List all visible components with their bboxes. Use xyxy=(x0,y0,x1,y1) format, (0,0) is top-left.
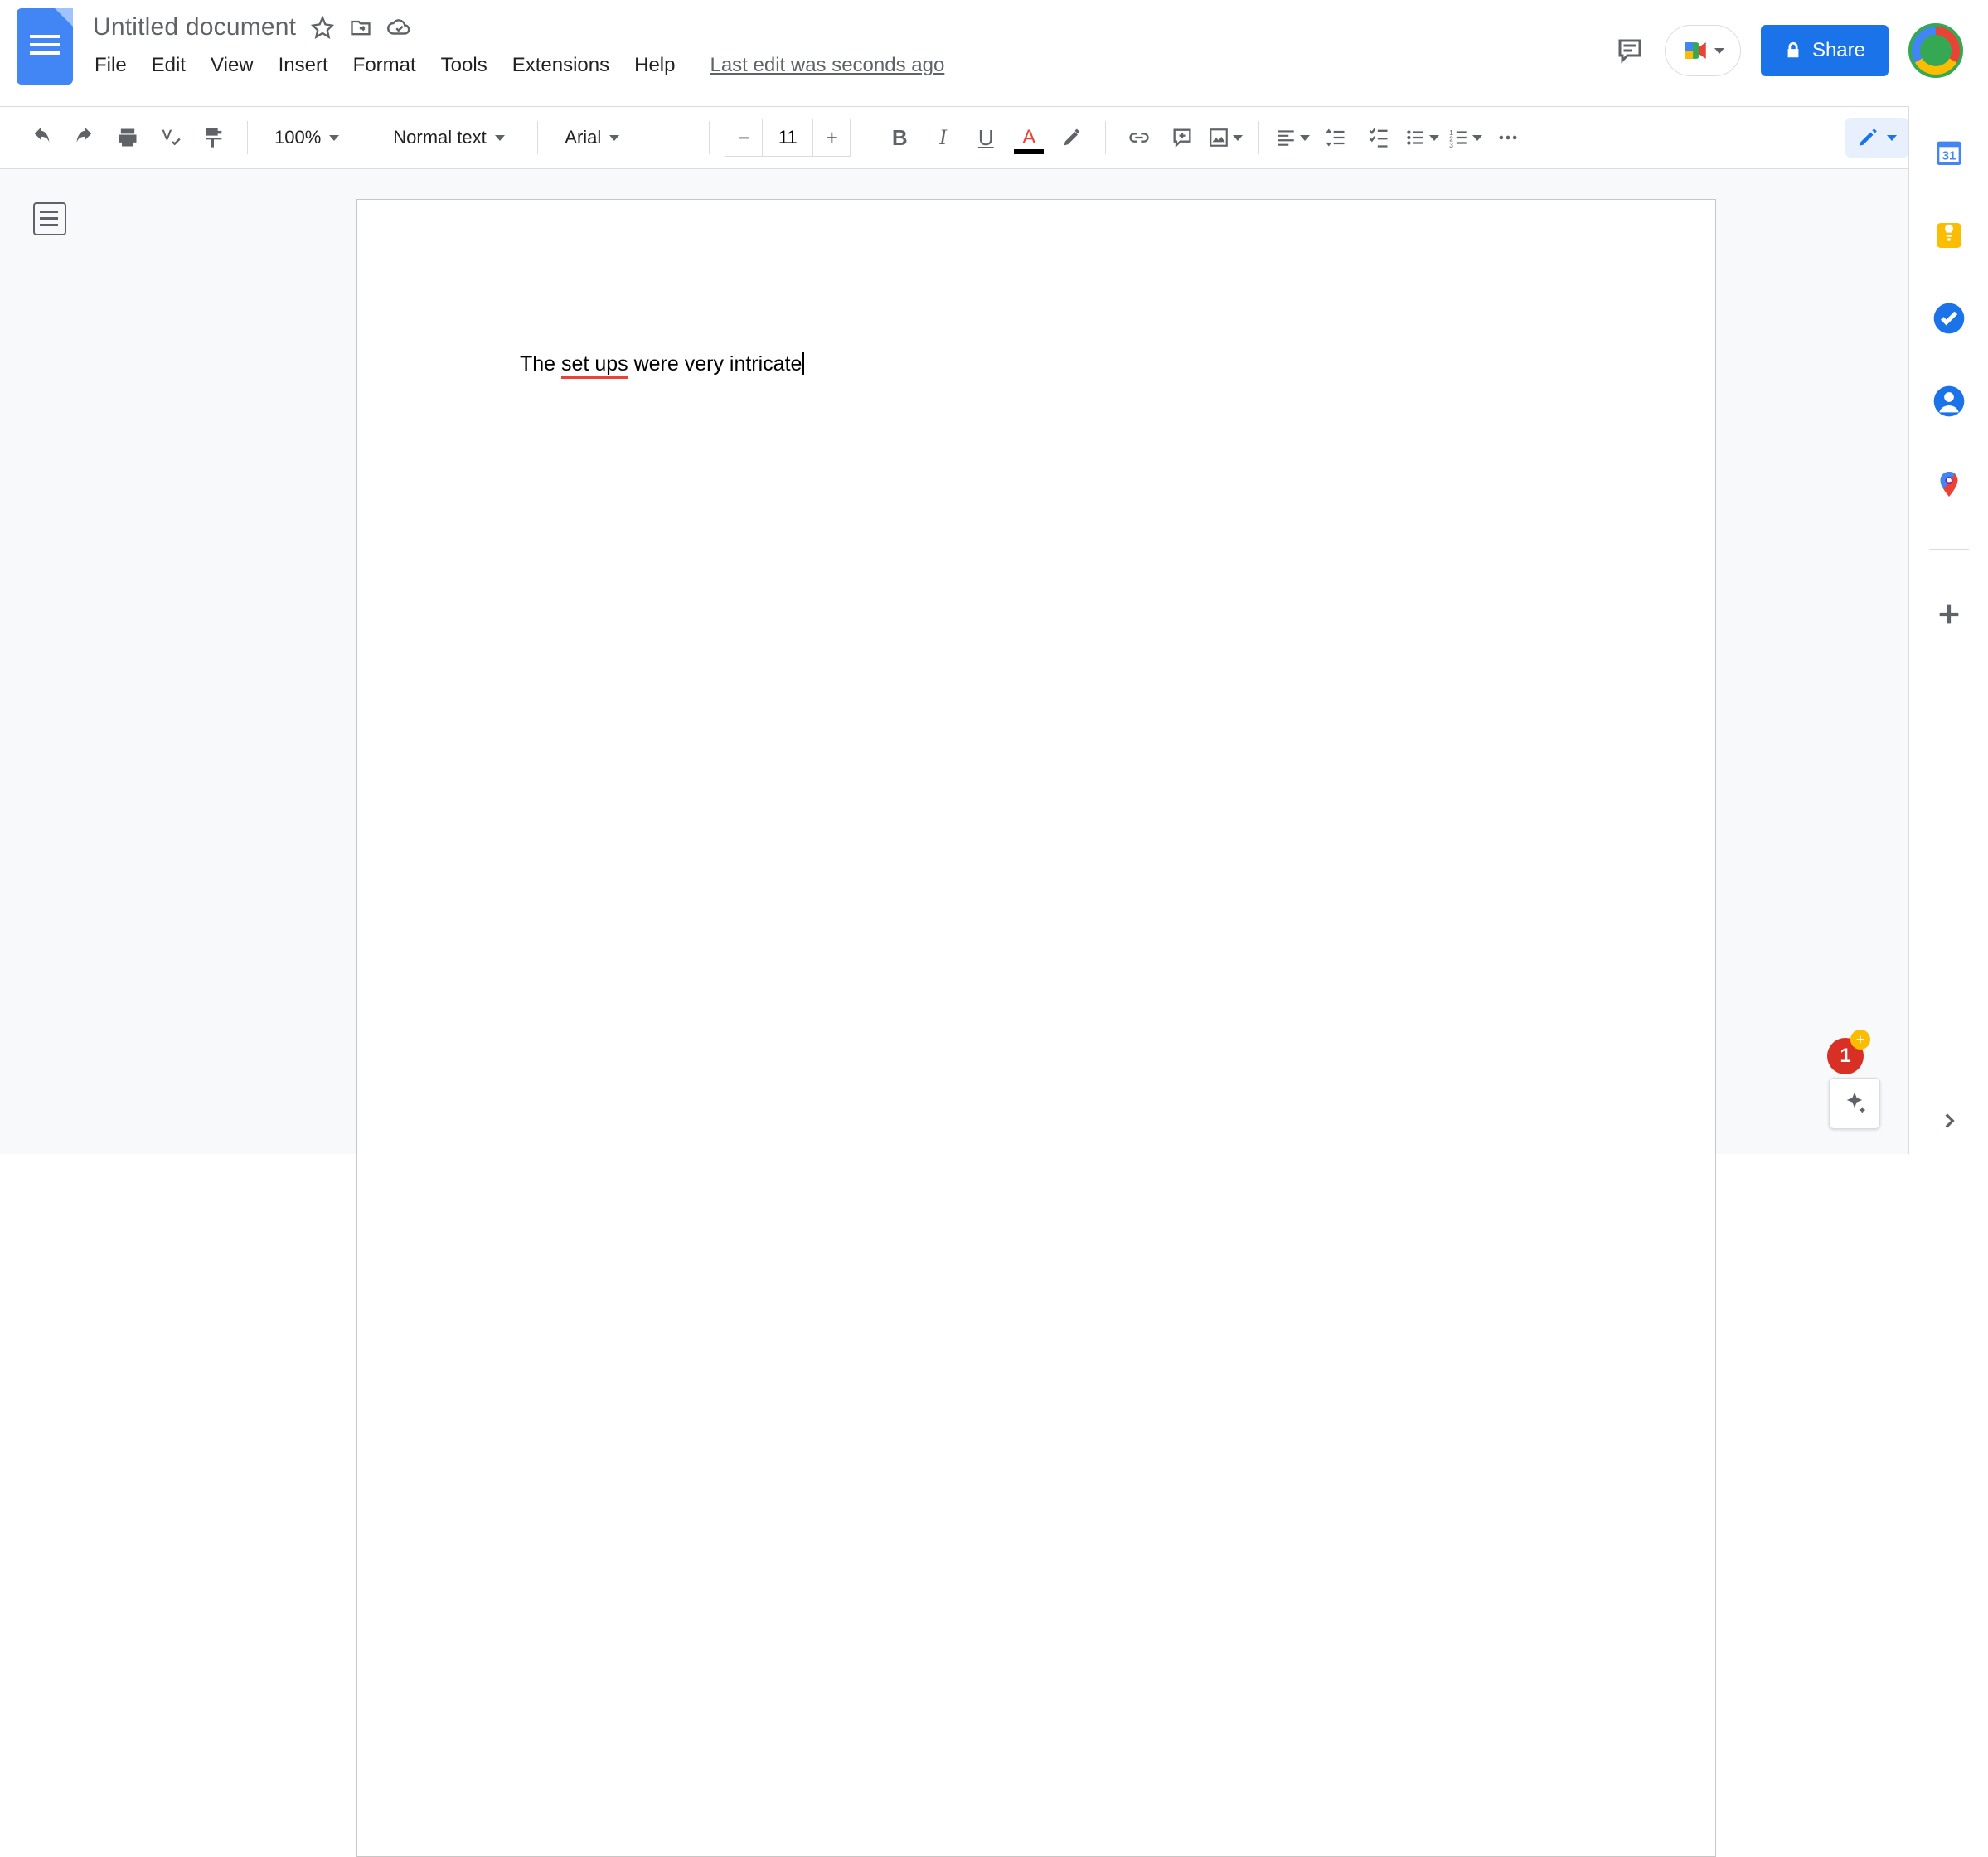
menu-insert[interactable]: Insert xyxy=(277,51,330,80)
dropdown-caret-icon xyxy=(1714,48,1724,54)
font-size-control: − + xyxy=(725,119,851,157)
lock-icon xyxy=(1784,41,1802,60)
paragraph-style-value: Normal text xyxy=(393,127,486,148)
document-text-spellerror: set ups xyxy=(561,352,628,379)
document-text-before: The xyxy=(520,352,561,376)
explore-button[interactable] xyxy=(1829,1078,1880,1129)
zoom-value: 100% xyxy=(274,127,321,148)
checklist-button[interactable] xyxy=(1360,119,1397,156)
font-value: Arial xyxy=(565,127,601,148)
side-panel-divider xyxy=(1929,549,1969,550)
print-button[interactable] xyxy=(109,119,146,156)
toolbar-separator xyxy=(1258,121,1259,154)
paint-format-button[interactable] xyxy=(196,119,232,156)
dropdown-caret-icon xyxy=(1233,135,1243,141)
text-cursor xyxy=(802,352,804,375)
move-icon[interactable] xyxy=(349,16,372,39)
text-color-button[interactable]: A xyxy=(1011,119,1047,156)
notification-count: 1 xyxy=(1840,1045,1850,1068)
meet-button[interactable] xyxy=(1665,25,1741,76)
dropdown-caret-icon xyxy=(1472,135,1482,141)
numbered-list-button[interactable]: 123 xyxy=(1447,119,1483,156)
line-spacing-button[interactable] xyxy=(1317,119,1354,156)
dropdown-caret-icon xyxy=(329,135,339,141)
redo-button[interactable] xyxy=(66,119,103,156)
app-header: Untitled document File Edit View Insert … xyxy=(0,0,1988,106)
toolbar: 100% Normal text Arial − + B I U A xyxy=(0,106,1988,169)
side-panel-collapse-icon[interactable] xyxy=(1932,1104,1966,1137)
font-size-decrease-button[interactable]: − xyxy=(725,119,763,157)
dropdown-caret-icon xyxy=(609,135,619,141)
menu-view[interactable]: View xyxy=(209,51,255,80)
menu-bar: File Edit View Insert Format Tools Exten… xyxy=(93,46,1615,85)
document-title[interactable]: Untitled document xyxy=(93,13,296,41)
spellcheck-button[interactable] xyxy=(153,119,189,156)
menu-extensions[interactable]: Extensions xyxy=(511,51,611,80)
underline-button[interactable]: U xyxy=(967,119,1004,156)
font-size-input[interactable] xyxy=(763,119,812,157)
calendar-icon[interactable]: 31 xyxy=(1931,134,1967,171)
star-icon[interactable] xyxy=(311,16,334,39)
dropdown-caret-icon xyxy=(495,135,505,141)
header-right: Share xyxy=(1615,23,1963,78)
title-row: Untitled document xyxy=(93,8,1615,46)
insert-link-button[interactable] xyxy=(1121,119,1157,156)
menu-tools[interactable]: Tools xyxy=(439,51,489,80)
italic-button[interactable]: I xyxy=(924,119,961,156)
document-canvas: The set ups were very intricate xyxy=(99,169,1973,1154)
meet-icon xyxy=(1681,36,1709,65)
toolbar-separator xyxy=(709,121,710,154)
outline-icon[interactable] xyxy=(33,202,66,235)
bold-button[interactable]: B xyxy=(881,119,918,156)
last-edit-link[interactable]: Last edit was seconds ago xyxy=(710,54,944,77)
insert-image-button[interactable] xyxy=(1207,119,1244,156)
pencil-icon xyxy=(1857,127,1879,148)
align-button[interactable] xyxy=(1274,119,1311,156)
toolbar-separator xyxy=(537,121,538,154)
more-button[interactable] xyxy=(1490,119,1526,156)
toolbar-separator xyxy=(1105,121,1106,154)
insert-comment-button[interactable] xyxy=(1164,119,1200,156)
header-main: Untitled document File Edit View Insert … xyxy=(93,8,1615,85)
share-label: Share xyxy=(1812,39,1865,62)
highlight-button[interactable] xyxy=(1054,119,1090,156)
menu-edit[interactable]: Edit xyxy=(150,51,187,80)
dropdown-caret-icon xyxy=(1887,135,1897,141)
keep-icon[interactable] xyxy=(1931,217,1967,254)
bullet-list-button[interactable] xyxy=(1404,119,1440,156)
comments-icon[interactable] xyxy=(1615,36,1645,65)
toolbar-separator xyxy=(247,121,248,154)
dropdown-caret-icon xyxy=(1300,135,1310,141)
tasks-icon[interactable] xyxy=(1931,300,1967,337)
maps-icon[interactable] xyxy=(1931,466,1967,502)
dropdown-caret-icon xyxy=(1429,135,1439,141)
side-panel: 31 xyxy=(1908,106,1988,1154)
svg-text:3: 3 xyxy=(1449,141,1453,148)
account-avatar[interactable] xyxy=(1908,23,1963,78)
addons-icon[interactable] xyxy=(1931,596,1967,633)
contacts-icon[interactable] xyxy=(1931,383,1967,419)
document-page[interactable]: The set ups were very intricate xyxy=(356,199,1716,1857)
document-text-after: were very intricate xyxy=(628,352,802,376)
svg-text:31: 31 xyxy=(1942,148,1956,162)
editing-mode-button[interactable] xyxy=(1845,118,1908,158)
menu-file[interactable]: File xyxy=(93,51,128,80)
share-button[interactable]: Share xyxy=(1761,25,1889,76)
font-size-increase-button[interactable]: + xyxy=(812,119,851,157)
menu-help[interactable]: Help xyxy=(633,51,676,80)
outline-rail xyxy=(0,169,99,1154)
paragraph-style-select[interactable]: Normal text xyxy=(381,127,522,148)
zoom-select[interactable]: 100% xyxy=(263,127,351,148)
notification-plus-badge: + xyxy=(1850,1030,1870,1050)
menu-format[interactable]: Format xyxy=(352,51,418,80)
font-select[interactable]: Arial xyxy=(553,127,694,148)
notification-plus-label: + xyxy=(1856,1031,1865,1049)
cloud-saved-icon[interactable] xyxy=(387,15,412,40)
workspace: The set ups were very intricate xyxy=(0,169,1988,1154)
docs-logo-icon[interactable] xyxy=(17,8,73,85)
undo-button[interactable] xyxy=(23,119,60,156)
explore-icon xyxy=(1841,1090,1868,1117)
